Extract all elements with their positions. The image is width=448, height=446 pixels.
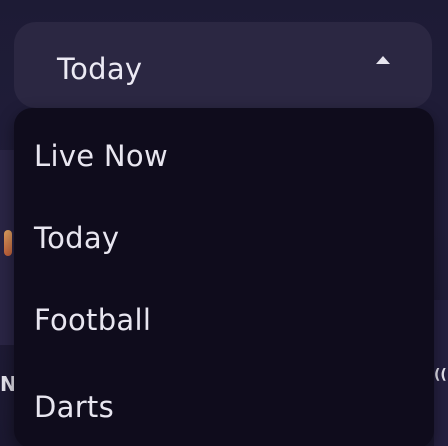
option-football[interactable]: Football xyxy=(14,300,434,340)
dropdown-selected-label: Today xyxy=(57,52,143,86)
screen: N (( Today Live Now Today Football Darts xyxy=(0,0,448,446)
dropdown-options-list: Live Now Today Football Darts xyxy=(14,108,434,446)
day-filter-dropdown[interactable]: Today xyxy=(14,22,432,108)
chevron-up-icon[interactable] xyxy=(376,56,390,64)
option-today[interactable]: Today xyxy=(14,218,434,258)
option-live-now[interactable]: Live Now xyxy=(14,136,434,176)
background-image-fragment xyxy=(4,230,12,256)
option-darts[interactable]: Darts xyxy=(14,387,434,427)
background-text-fragment-right: (( xyxy=(434,367,447,383)
